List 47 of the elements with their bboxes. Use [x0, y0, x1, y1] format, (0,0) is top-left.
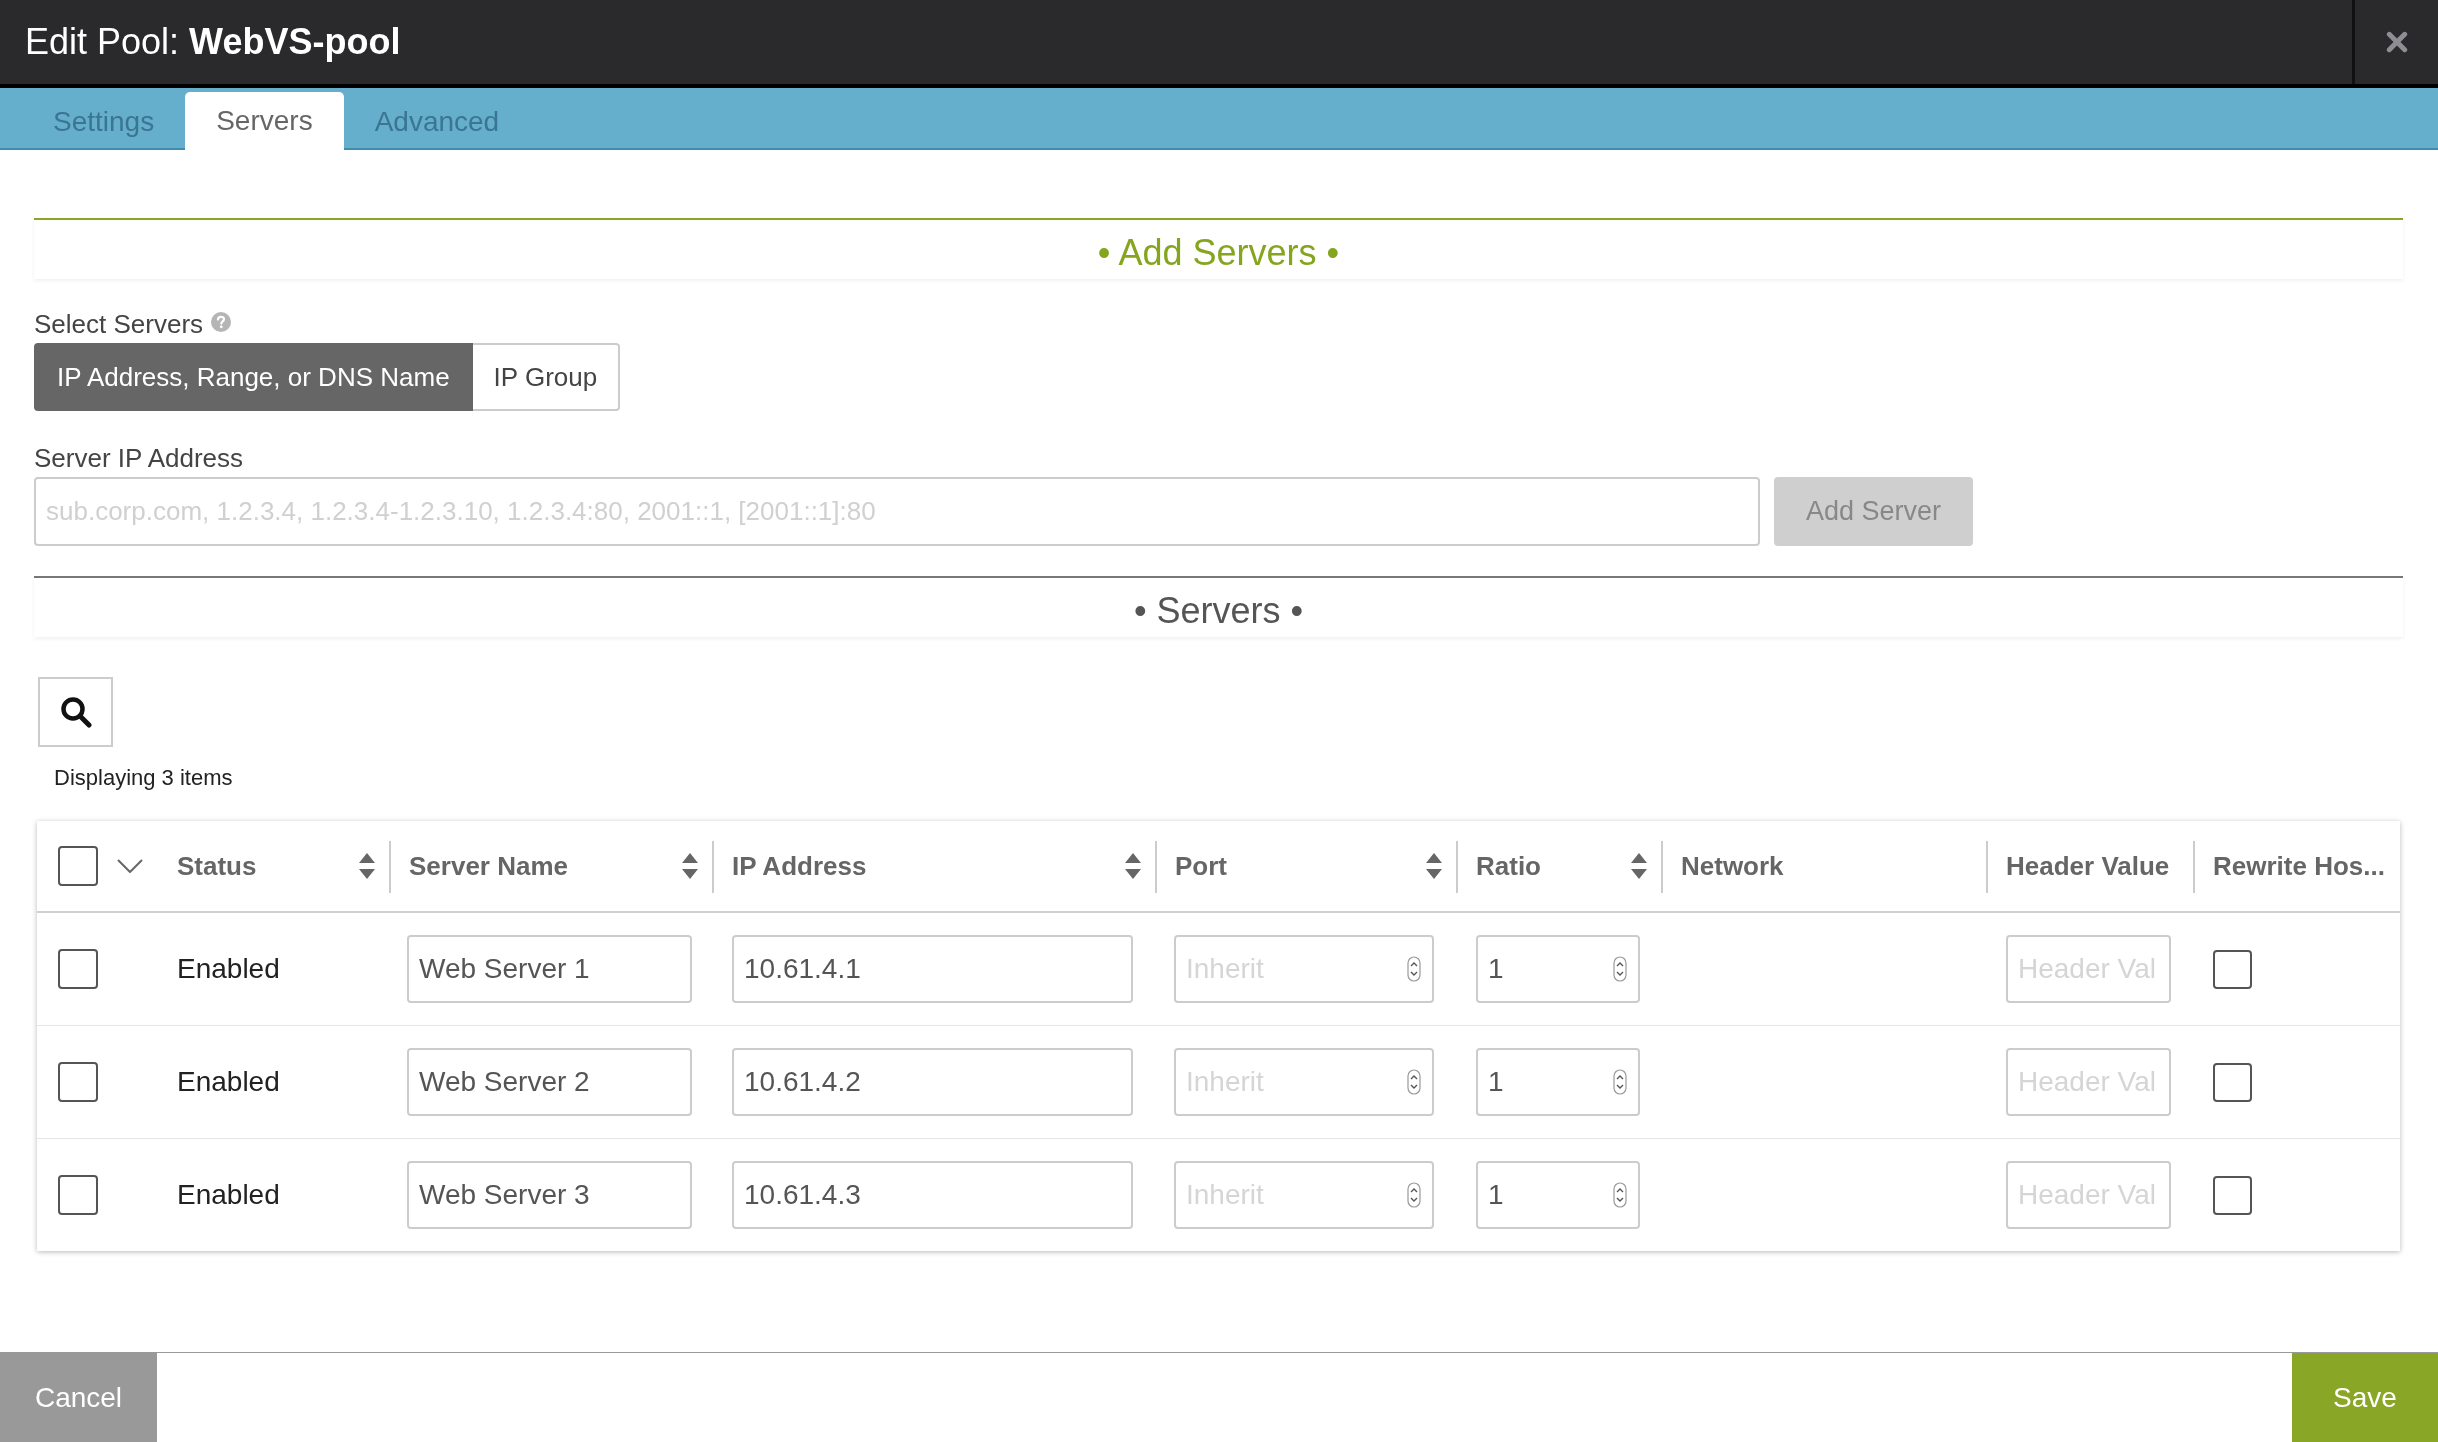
- column-header: Network: [1661, 821, 1986, 911]
- text-field[interactable]: 10.61.4.1: [732, 935, 1133, 1003]
- chevron-down-icon[interactable]: [117, 859, 143, 873]
- column-header[interactable]: IP Address: [712, 821, 1155, 911]
- spinner-icon[interactable]: [1407, 956, 1421, 982]
- number-field[interactable]: 1: [1476, 1048, 1640, 1116]
- select-all-checkbox[interactable]: [58, 846, 98, 886]
- column-header[interactable]: Port: [1155, 821, 1456, 911]
- rewrite-checkbox[interactable]: [2213, 1175, 2252, 1215]
- column-header: Header Value: [1986, 821, 2193, 911]
- spinner-icon[interactable]: [1407, 1069, 1421, 1095]
- help-icon: [211, 312, 232, 332]
- status-text: Enabled: [177, 953, 280, 985]
- status-text: Enabled: [177, 1066, 280, 1098]
- rewrite-checkbox[interactable]: [2213, 1062, 2252, 1102]
- row-checkbox[interactable]: [58, 1175, 98, 1215]
- spinner-icon[interactable]: [1613, 956, 1627, 982]
- text-field[interactable]: 10.61.4.3: [732, 1161, 1133, 1229]
- number-field[interactable]: 1: [1476, 1161, 1640, 1229]
- column-header[interactable]: Server Name: [389, 821, 712, 911]
- section-title: • Servers •: [1132, 589, 1305, 633]
- close-icon: [2385, 31, 2408, 53]
- column-header: Rewrite Hos...: [2193, 821, 2400, 911]
- tab[interactable]: Servers: [185, 92, 344, 150]
- text-field[interactable]: Web Server 3: [407, 1161, 692, 1229]
- number-field[interactable]: 1: [1476, 935, 1640, 1003]
- item-count: Displaying 3 items: [54, 764, 233, 792]
- column-header[interactable]: Status: [157, 821, 389, 911]
- row-checkbox[interactable]: [58, 1062, 98, 1102]
- spinner-icon[interactable]: [1613, 1182, 1627, 1208]
- spinner-icon[interactable]: [1613, 1069, 1627, 1095]
- dialog-title: Edit Pool: WebVS-pool: [24, 21, 402, 63]
- toggle-button[interactable]: IP Group: [472, 343, 621, 411]
- spinner-icon[interactable]: [1407, 1182, 1421, 1208]
- status-text: Enabled: [177, 1179, 280, 1211]
- field-label: Select Servers: [34, 308, 204, 340]
- search-icon: [59, 696, 92, 728]
- text-field[interactable]: Web Server 1: [407, 935, 692, 1003]
- row-checkbox[interactable]: [58, 949, 98, 989]
- field-label: Server IP Address: [34, 442, 244, 474]
- text-field[interactable]: 10.61.4.2: [732, 1048, 1133, 1116]
- text-field[interactable]: Web Server 2: [407, 1048, 692, 1116]
- section-title: • Add Servers •: [1096, 231, 1341, 275]
- rewrite-checkbox[interactable]: [2213, 949, 2252, 989]
- toggle-button[interactable]: IP Address, Range, or DNS Name: [34, 343, 473, 411]
- column-header[interactable]: Ratio: [1456, 821, 1661, 911]
- search-button[interactable]: [38, 677, 113, 747]
